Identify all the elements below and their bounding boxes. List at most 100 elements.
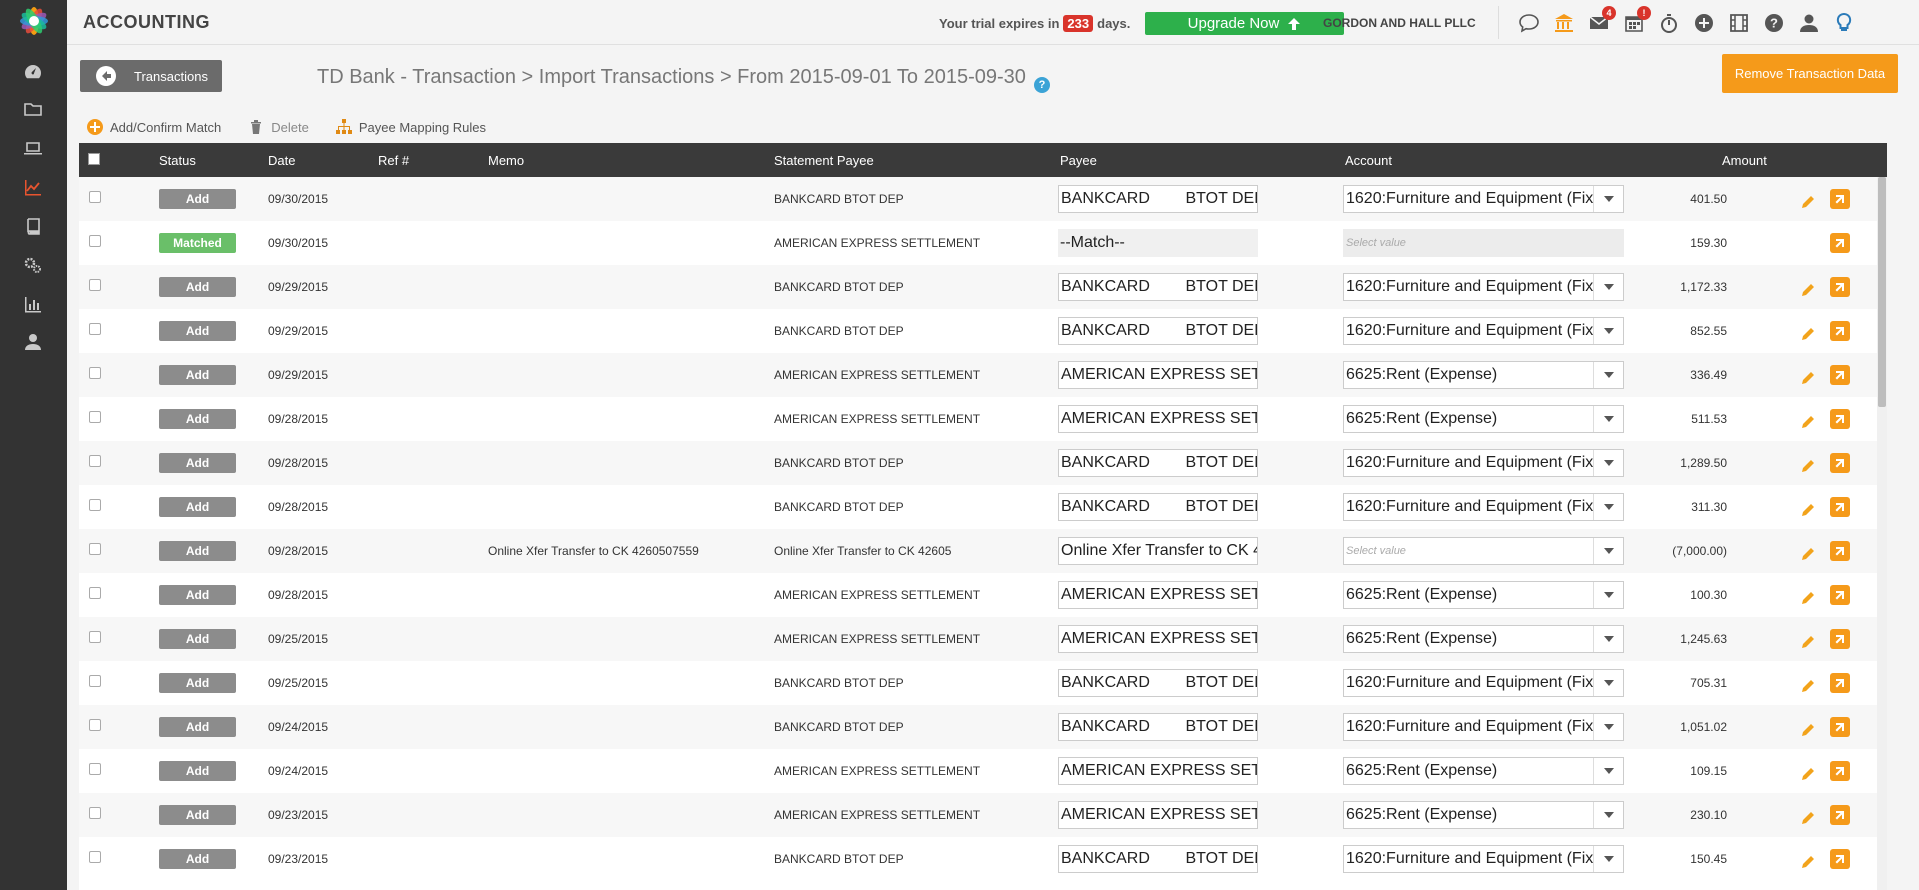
status-button[interactable]: Add bbox=[159, 585, 236, 605]
account-select[interactable]: 6625:Rent (Expense) bbox=[1343, 361, 1624, 389]
payee-input[interactable]: BANKCARD BTOT DEP bbox=[1058, 669, 1258, 697]
payee-input[interactable]: AMERICAN EXPRESS SETTLEMENT bbox=[1058, 801, 1258, 829]
chevron-down-icon[interactable] bbox=[1593, 758, 1623, 784]
row-checkbox[interactable] bbox=[89, 367, 101, 379]
film-icon[interactable] bbox=[1726, 10, 1752, 36]
chevron-down-icon[interactable] bbox=[1593, 362, 1623, 388]
chart-line-icon[interactable] bbox=[21, 175, 45, 199]
chevron-down-icon[interactable] bbox=[1593, 714, 1623, 740]
col-memo[interactable]: Memo bbox=[488, 153, 524, 168]
mail-icon[interactable]: 4 bbox=[1586, 6, 1616, 36]
row-checkbox[interactable] bbox=[89, 191, 101, 203]
pencil-icon[interactable] bbox=[1801, 855, 1815, 869]
row-checkbox[interactable] bbox=[89, 675, 101, 687]
pencil-icon[interactable] bbox=[1801, 767, 1815, 781]
pencil-icon[interactable] bbox=[1801, 195, 1815, 209]
account-select[interactable]: Select value bbox=[1343, 229, 1624, 257]
payee-input[interactable]: BANKCARD BTOT DEP bbox=[1058, 449, 1258, 477]
account-select[interactable]: 1620:Furniture and Equipment (Fixed Asse… bbox=[1343, 273, 1624, 301]
external-link-icon[interactable] bbox=[1830, 277, 1850, 297]
payee-input[interactable]: AMERICAN EXPRESS SETTLEMENT bbox=[1058, 625, 1258, 653]
chevron-down-icon[interactable] bbox=[1593, 538, 1623, 564]
chevron-down-icon[interactable] bbox=[1593, 626, 1623, 652]
company-name[interactable]: GORDON AND HALL PLLC bbox=[1323, 16, 1476, 30]
chevron-down-icon[interactable] bbox=[1593, 494, 1623, 520]
payee-input[interactable]: Online Xfer Transfer to CK 4260507559 bbox=[1058, 537, 1258, 565]
row-checkbox[interactable] bbox=[89, 851, 101, 863]
account-select[interactable]: 6625:Rent (Expense) bbox=[1343, 801, 1624, 829]
pencil-icon[interactable] bbox=[1801, 591, 1815, 605]
pencil-icon[interactable] bbox=[1801, 415, 1815, 429]
row-checkbox[interactable] bbox=[89, 499, 101, 511]
external-link-icon[interactable] bbox=[1830, 453, 1850, 473]
external-link-icon[interactable] bbox=[1830, 805, 1850, 825]
account-select[interactable]: 1620:Furniture and Equipment (Fixed Asse… bbox=[1343, 713, 1624, 741]
chevron-down-icon[interactable] bbox=[1593, 846, 1623, 872]
lightbulb-icon[interactable] bbox=[1831, 10, 1857, 36]
pencil-icon[interactable] bbox=[1801, 459, 1815, 473]
pencil-icon[interactable] bbox=[1801, 811, 1815, 825]
payee-input[interactable]: AMERICAN EXPRESS SETTLEMENT bbox=[1058, 405, 1258, 433]
col-statement-payee[interactable]: Statement Payee bbox=[774, 153, 874, 168]
app-logo-icon[interactable] bbox=[17, 4, 51, 38]
status-button[interactable]: Add bbox=[159, 761, 236, 781]
row-checkbox[interactable] bbox=[89, 323, 101, 335]
pencil-icon[interactable] bbox=[1801, 679, 1815, 693]
pencil-icon[interactable] bbox=[1801, 371, 1815, 385]
chat-icon[interactable] bbox=[1516, 10, 1542, 36]
account-select[interactable]: 6625:Rent (Expense) bbox=[1343, 581, 1624, 609]
help-circle-icon[interactable]: ? bbox=[1761, 10, 1787, 36]
delete-action[interactable]: Delete bbox=[247, 118, 309, 136]
row-checkbox[interactable] bbox=[89, 807, 101, 819]
chevron-down-icon[interactable] bbox=[1593, 186, 1623, 212]
col-status[interactable]: Status bbox=[159, 153, 196, 168]
account-select[interactable]: 1620:Furniture and Equipment (Fixed Asse… bbox=[1343, 185, 1624, 213]
external-link-icon[interactable] bbox=[1830, 629, 1850, 649]
status-button[interactable]: Add bbox=[159, 453, 236, 473]
chevron-down-icon[interactable] bbox=[1593, 670, 1623, 696]
chevron-down-icon[interactable] bbox=[1593, 318, 1623, 344]
status-button[interactable]: Add bbox=[159, 673, 236, 693]
chevron-down-icon[interactable] bbox=[1593, 582, 1623, 608]
external-link-icon[interactable] bbox=[1830, 321, 1850, 341]
chevron-down-icon[interactable] bbox=[1593, 802, 1623, 828]
row-checkbox[interactable] bbox=[89, 587, 101, 599]
account-select[interactable]: 1620:Furniture and Equipment (Fixed Asse… bbox=[1343, 493, 1624, 521]
folder-icon[interactable] bbox=[21, 97, 45, 121]
account-select[interactable]: 1620:Furniture and Equipment (Fixed Asse… bbox=[1343, 669, 1624, 697]
add-confirm-match-action[interactable]: Add/Confirm Match bbox=[86, 118, 221, 136]
scrollbar[interactable] bbox=[1877, 177, 1887, 890]
upgrade-now-button[interactable]: Upgrade Now bbox=[1145, 12, 1344, 35]
payee-input[interactable]: AMERICAN EXPRESS SETTLEMENT bbox=[1058, 757, 1258, 785]
status-button[interactable]: Add bbox=[159, 365, 236, 385]
col-account[interactable]: Account bbox=[1345, 153, 1392, 168]
pencil-icon[interactable] bbox=[1801, 547, 1815, 561]
payee-input[interactable]: BANKCARD BTOT DEP bbox=[1058, 493, 1258, 521]
pencil-icon[interactable] bbox=[1801, 635, 1815, 649]
external-link-icon[interactable] bbox=[1830, 717, 1850, 737]
plus-circle-icon[interactable] bbox=[1691, 10, 1717, 36]
row-checkbox[interactable] bbox=[89, 719, 101, 731]
status-button[interactable]: Add bbox=[159, 629, 236, 649]
external-link-icon[interactable] bbox=[1830, 761, 1850, 781]
reports-bar-icon[interactable] bbox=[21, 292, 45, 316]
book-icon[interactable] bbox=[21, 214, 45, 238]
payee-input[interactable]: BANKCARD BTOT DEP bbox=[1058, 185, 1258, 213]
status-button[interactable]: Matched bbox=[159, 233, 236, 253]
external-link-icon[interactable] bbox=[1830, 365, 1850, 385]
col-amount[interactable]: Amount bbox=[1722, 153, 1767, 168]
account-user-icon[interactable] bbox=[1796, 10, 1822, 36]
col-ref[interactable]: Ref # bbox=[378, 153, 409, 168]
stopwatch-icon[interactable] bbox=[1656, 10, 1682, 36]
status-button[interactable]: Add bbox=[159, 805, 236, 825]
payee-input[interactable]: BANKCARD BTOT DEP bbox=[1058, 317, 1258, 345]
chevron-down-icon[interactable] bbox=[1593, 450, 1623, 476]
external-link-icon[interactable] bbox=[1830, 233, 1850, 253]
back-to-transactions-button[interactable]: Transactions bbox=[80, 60, 222, 92]
question-icon[interactable]: ? bbox=[1034, 77, 1050, 93]
pencil-icon[interactable] bbox=[1801, 503, 1815, 517]
external-link-icon[interactable] bbox=[1830, 189, 1850, 209]
status-button[interactable]: Add bbox=[159, 541, 236, 561]
external-link-icon[interactable] bbox=[1830, 673, 1850, 693]
row-checkbox[interactable] bbox=[89, 279, 101, 291]
